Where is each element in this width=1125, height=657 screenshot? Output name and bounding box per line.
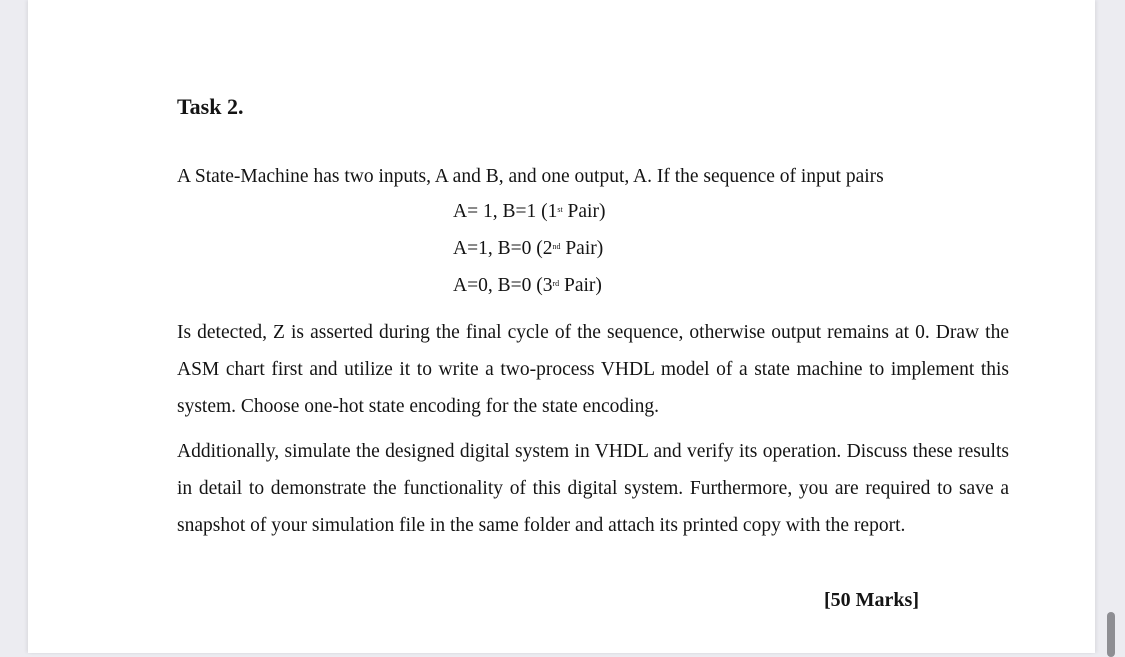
input-pair-3: A=0, B=0 (3rd Pair): [453, 275, 602, 296]
paragraph-simulation: Additionally, simulate the designed digi…: [177, 441, 1009, 536]
document-page: Task 2. A State-Machine has two inputs, …: [28, 0, 1095, 653]
paragraph-detection: Is detected, Z is asserted during the fi…: [177, 322, 1009, 417]
task-title: Task 2.: [177, 94, 244, 119]
marks-label: [50 Marks]: [824, 589, 919, 611]
intro-text: A State-Machine has two inputs, A and B,…: [177, 166, 884, 187]
input-pair-1: A= 1, B=1 (1st Pair): [453, 201, 606, 222]
input-pair-2: A=1, B=0 (2nd Pair): [453, 238, 604, 259]
scrollbar-thumb[interactable]: [1107, 612, 1115, 657]
scrollbar-track[interactable]: [1100, 0, 1125, 653]
